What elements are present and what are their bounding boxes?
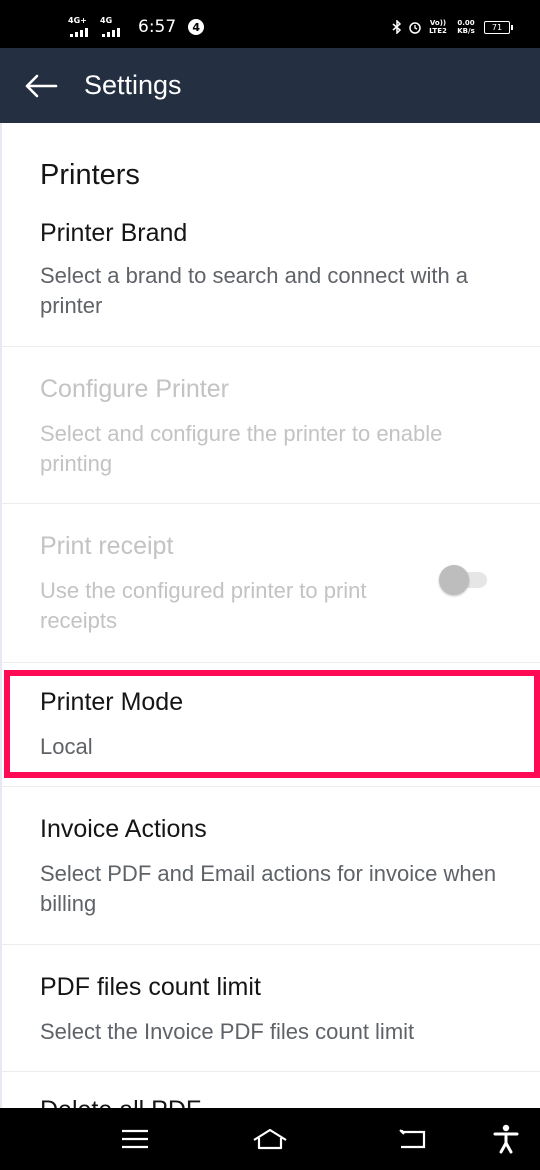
nav-home-button[interactable]	[240, 1108, 300, 1170]
network-type-2: 4G	[100, 16, 113, 25]
print-receipt-toggle[interactable]	[439, 564, 489, 595]
section-title-printers: Printers	[40, 159, 140, 191]
pref-title: Delete all PDF	[40, 1096, 201, 1108]
status-bar: 4G+ 4G 6:57 4 Vo)) LTE2 0.00 KB/s 71	[0, 0, 540, 48]
signal-icon: 4G+	[68, 17, 96, 37]
alarm-icon	[409, 22, 421, 34]
page-title: Settings	[84, 70, 182, 100]
pref-summary: Select and configure the printer to enab…	[40, 421, 443, 476]
pref-title: Invoice Actions	[40, 815, 207, 843]
pref-title: PDF files count limit	[40, 973, 261, 1001]
nav-accessibility-button[interactable]	[476, 1108, 536, 1170]
settings-list[interactable]: Printers Printer Brand Select a brand to…	[0, 123, 540, 1108]
pref-invoice-actions[interactable]: Invoice Actions Select PDF and Email act…	[2, 787, 540, 943]
app-bar: Settings	[0, 48, 540, 123]
pref-summary: Select PDF and Email actions for invoice…	[40, 861, 497, 916]
volte-indicator: Vo)) LTE2	[429, 19, 447, 35]
pref-printer-brand[interactable]: Printer Brand Select a brand to search a…	[2, 213, 540, 345]
pref-summary: Select a brand to search and connect wit…	[40, 263, 469, 318]
highlight-box	[4, 670, 540, 778]
bluetooth-icon	[392, 20, 402, 34]
pref-title: Print receipt	[40, 532, 174, 560]
back-button[interactable]	[0, 48, 84, 123]
notification-badge: 4	[188, 19, 205, 35]
menu-icon	[122, 1129, 148, 1149]
toggle-thumb	[439, 565, 469, 595]
status-time: 6:57	[138, 17, 177, 37]
nav-menu-button[interactable]	[105, 1108, 165, 1170]
back-icon	[399, 1129, 426, 1149]
status-left: 4G+ 4G 6:57 4	[68, 17, 205, 37]
pref-summary: Select the Invoice PDF files count limit	[40, 1019, 415, 1044]
system-nav-bar	[0, 1108, 540, 1170]
pref-print-receipt[interactable]: Print receipt Use the configured printer…	[2, 504, 540, 662]
accessibility-icon	[493, 1124, 519, 1154]
pref-delete-all-pdf[interactable]: Delete all PDF	[2, 1072, 540, 1108]
battery-icon: 71	[484, 20, 513, 34]
battery-level: 71	[491, 22, 503, 32]
status-right: Vo)) LTE2 0.00 KB/s 71	[392, 19, 513, 35]
network-type-1: 4G+	[68, 16, 87, 25]
arrow-left-icon	[25, 74, 58, 97]
home-icon	[253, 1128, 287, 1150]
pref-configure-printer[interactable]: Configure Printer Select and configure t…	[2, 347, 540, 503]
nav-back-button[interactable]	[382, 1108, 442, 1170]
pref-title: Configure Printer	[40, 375, 229, 403]
pref-title: Printer Brand	[40, 219, 188, 247]
signal-icon-2: 4G	[100, 17, 128, 37]
pref-pdf-count-limit[interactable]: PDF files count limit Select the Invoice…	[2, 945, 540, 1071]
network-speed: 0.00 KB/s	[457, 19, 475, 35]
pref-summary: Use the configured printer to print rece…	[40, 578, 367, 633]
